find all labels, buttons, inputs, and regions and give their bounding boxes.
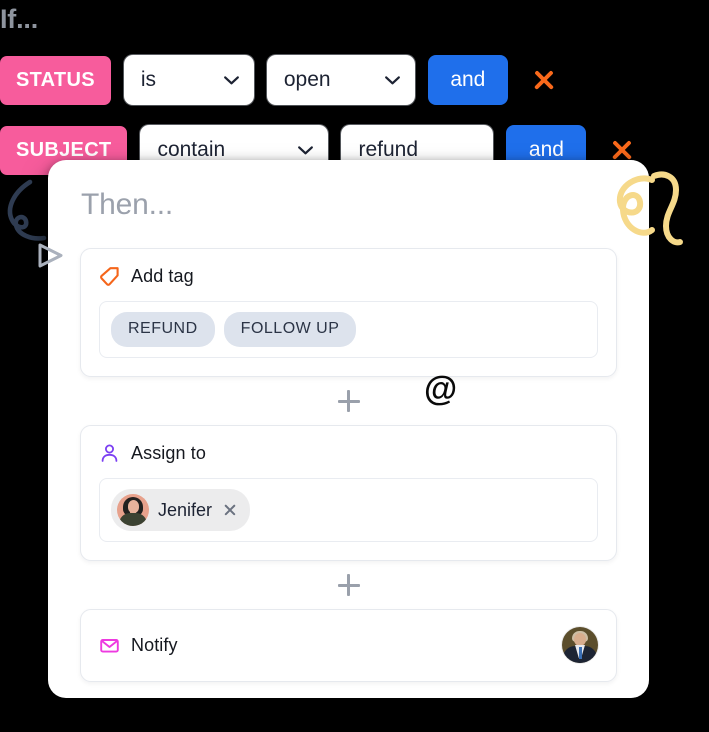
action-card-header: Notify — [99, 627, 598, 663]
action-card-assign-to[interactable]: Assign to Jenifer — [80, 425, 617, 561]
condition-value-0: open — [283, 68, 331, 91]
action-list: Add tag REFUND FOLLOW UP Assign to Jenif… — [80, 248, 617, 682]
close-icon[interactable] — [531, 67, 557, 93]
action-title: Notify — [131, 634, 178, 655]
condition-operator-select-0[interactable]: is — [123, 55, 254, 105]
condition-operator-value-1: contain — [157, 138, 226, 161]
chevron-down-icon — [384, 75, 400, 85]
if-section-label: If... — [0, 4, 38, 34]
notify-recipient-avatar[interactable] — [562, 627, 598, 663]
action-title: Assign to — [131, 443, 206, 463]
action-card-header: Assign to — [99, 443, 598, 464]
assignee-input-well[interactable]: Jenifer — [99, 478, 598, 542]
assignee-name: Jenifer — [158, 499, 213, 520]
tag-chip[interactable]: FOLLOW UP — [223, 312, 357, 347]
avatar — [117, 494, 149, 526]
screenshot-root: If... STATUS is open and SUBJECT contain — [0, 0, 709, 732]
tag-icon — [99, 266, 120, 287]
action-title: Add tag — [131, 266, 194, 286]
plus-icon — [337, 390, 360, 412]
condition-operator-value-0: is — [140, 68, 157, 91]
condition-join-button-0[interactable]: and — [427, 55, 508, 105]
plus-icon — [337, 574, 360, 596]
tag-input-well[interactable]: REFUND FOLLOW UP — [99, 301, 598, 358]
mail-icon — [99, 635, 120, 656]
action-card-header: Add tag — [99, 266, 598, 287]
action-card-add-tag[interactable]: Add tag REFUND FOLLOW UP — [80, 248, 617, 377]
condition-value-select-0[interactable]: open — [266, 55, 415, 105]
close-icon[interactable] — [223, 503, 237, 517]
condition-field-status[interactable]: STATUS — [0, 55, 111, 105]
then-panel: Then... Add tag REFUND FOLLOW UP Assign … — [48, 160, 649, 698]
assignee-chip[interactable]: Jenifer — [111, 489, 251, 531]
chevron-down-icon — [223, 75, 239, 85]
add-action-button[interactable] — [80, 377, 617, 425]
add-action-button[interactable] — [80, 561, 617, 609]
tag-chip[interactable]: REFUND — [111, 312, 215, 347]
then-section-label: Then... — [81, 188, 173, 221]
chevron-down-icon — [298, 145, 314, 155]
person-icon — [99, 443, 120, 464]
condition-row: STATUS is open and — [0, 55, 557, 105]
action-card-notify[interactable]: Notify — [80, 609, 617, 682]
condition-value-1: refund — [358, 138, 418, 161]
